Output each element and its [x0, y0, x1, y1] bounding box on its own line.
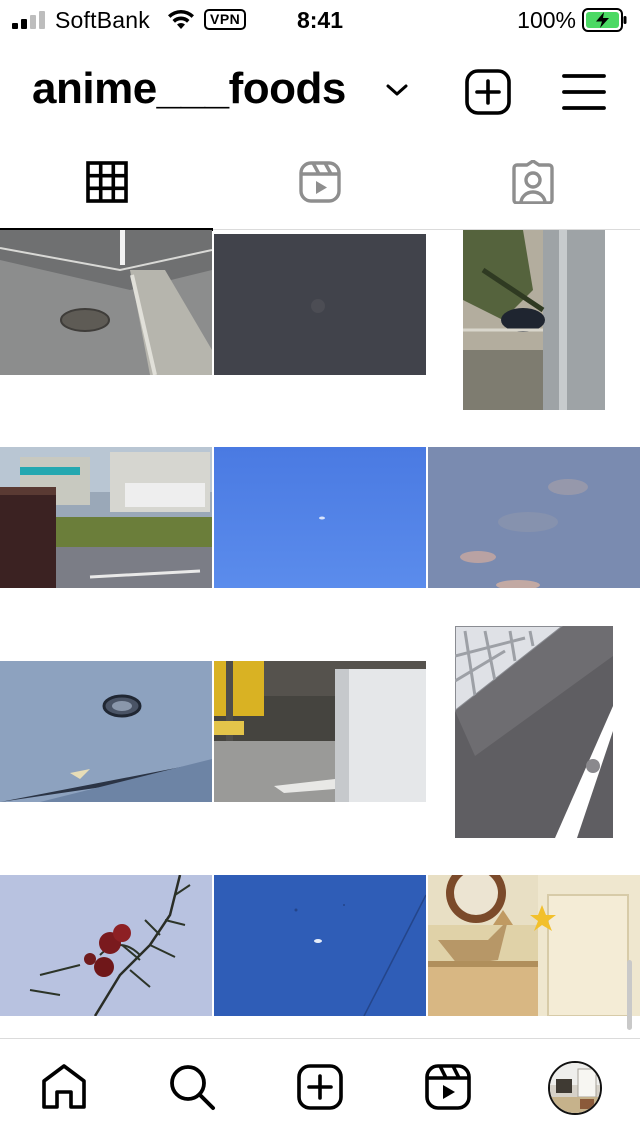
- bottom-tab-bar: [0, 1038, 640, 1136]
- tagged-icon: [512, 160, 554, 204]
- post-thumbnail[interactable]: [428, 447, 640, 588]
- post-thumbnail[interactable]: [463, 230, 605, 410]
- post-thumbnail[interactable]: [0, 661, 212, 802]
- create-post-icon[interactable]: [464, 68, 512, 116]
- menu-icon[interactable]: [560, 70, 608, 114]
- post-thumbnail[interactable]: [214, 661, 426, 802]
- nav-search[interactable]: [166, 1061, 218, 1113]
- account-switcher-username[interactable]: anime___foods: [32, 64, 346, 114]
- nav-create[interactable]: [294, 1061, 346, 1113]
- post-thumbnail[interactable]: [0, 875, 212, 1016]
- post-thumbnail[interactable]: [214, 447, 426, 588]
- reels-icon: [425, 1064, 471, 1110]
- battery-charging-icon: [582, 8, 627, 32]
- grid-icon: [86, 161, 128, 203]
- nav-profile-avatar[interactable]: [548, 1061, 602, 1115]
- reels-icon: [299, 161, 341, 203]
- profile-header: anime___foods: [0, 56, 640, 128]
- battery-percentage: 100%: [517, 7, 576, 33]
- status-bar: SoftBank VPN 8:41 100%: [0, 0, 640, 40]
- post-thumbnail[interactable]: [0, 447, 212, 588]
- post-image: [463, 230, 605, 410]
- post-image: [0, 447, 212, 588]
- home-icon: [42, 1064, 86, 1109]
- posts-grid: [0, 230, 640, 1038]
- post-image: [428, 447, 640, 588]
- nav-home[interactable]: [38, 1061, 90, 1113]
- post-thumbnail[interactable]: [214, 234, 426, 375]
- post-image: [214, 661, 426, 802]
- tab-tagged[interactable]: [426, 140, 639, 230]
- chevron-down-icon[interactable]: [384, 80, 410, 100]
- search-icon: [170, 1065, 215, 1110]
- post-image: [0, 875, 212, 1016]
- post-thumbnail[interactable]: [428, 875, 640, 1016]
- profile-avatar: [550, 1063, 600, 1113]
- post-thumbnail[interactable]: [0, 230, 212, 375]
- post-image: [455, 626, 613, 838]
- post-image: [0, 661, 212, 802]
- tab-reels[interactable]: [213, 140, 426, 230]
- post-thumbnail[interactable]: [214, 875, 426, 1016]
- post-image: [214, 234, 426, 375]
- tab-posts-grid[interactable]: [0, 140, 213, 231]
- post-image: [214, 875, 426, 1016]
- create-icon: [297, 1064, 343, 1110]
- post-image: [428, 875, 640, 1016]
- profile-tabs: [0, 140, 640, 231]
- nav-reels[interactable]: [422, 1061, 474, 1113]
- post-image: [214, 447, 426, 588]
- post-image: [0, 230, 212, 375]
- post-thumbnail[interactable]: [455, 626, 613, 838]
- profile-screen: SoftBank VPN 8:41 100% anime___foods: [0, 0, 640, 1136]
- scroll-indicator[interactable]: [627, 960, 632, 1030]
